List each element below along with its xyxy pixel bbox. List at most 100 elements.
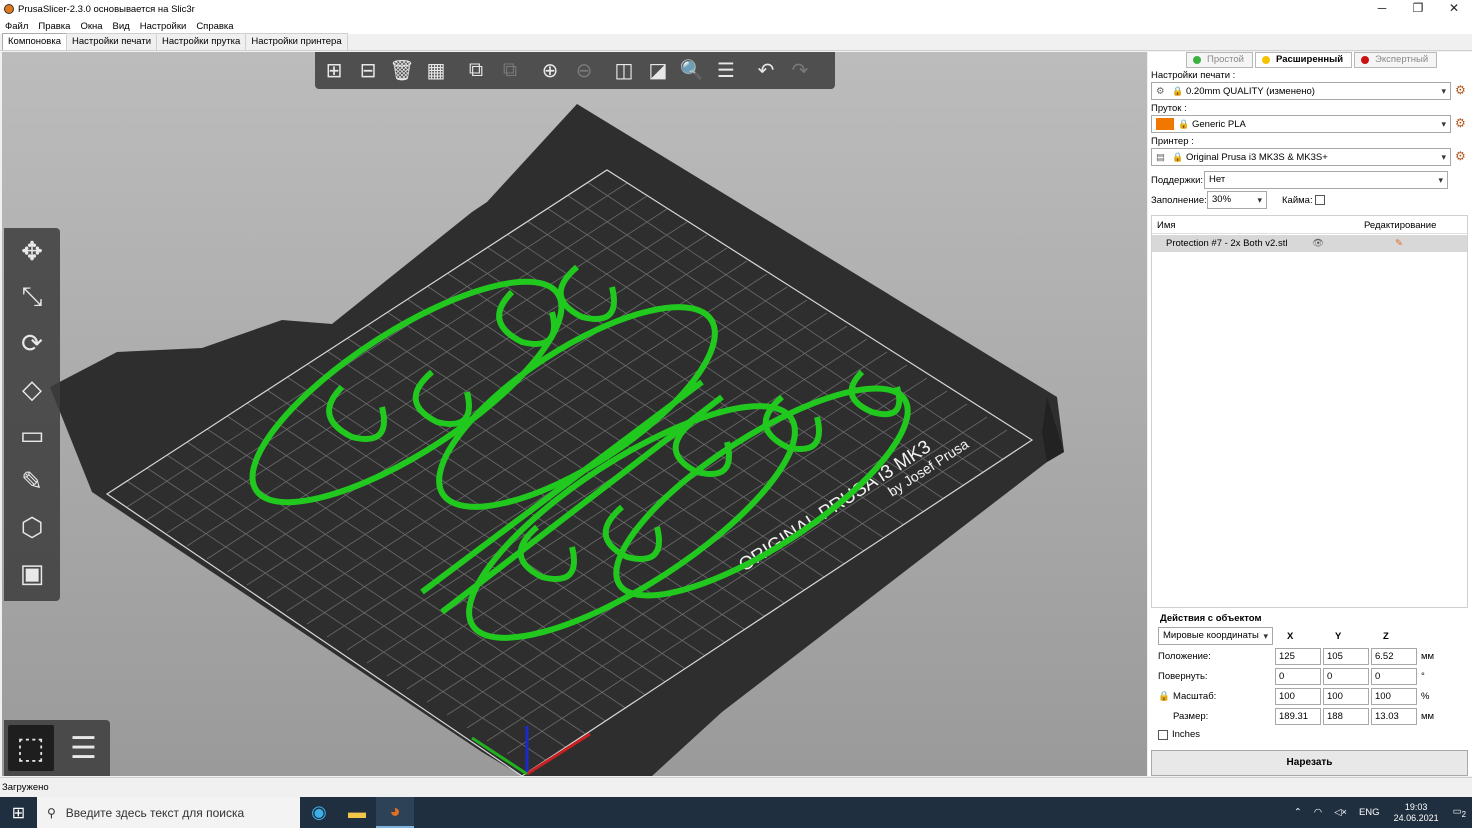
filament-combo[interactable]: 🔒 Generic PLA ▾ — [1151, 115, 1451, 133]
place-on-face-icon[interactable]: ◇ — [4, 366, 60, 412]
menu-settings[interactable]: Настройки — [140, 21, 187, 32]
main-toolbar: ⊞ ⊟ 🗑 ▦ ⧉ ⧉ ⊕ ⊖ ◫ ◪ 🔍 ☰ ↶ ↷ — [315, 52, 835, 89]
print-settings-icon: ⚙ — [1156, 86, 1165, 97]
scale-x-input[interactable]: 100 — [1275, 688, 1321, 705]
scale-lock-icon[interactable]: 🔒 — [1158, 691, 1170, 702]
filament-gear-icon[interactable]: ⚙ — [1455, 116, 1466, 130]
lock-icon: 🔒 — [1178, 119, 1190, 129]
delete-icon[interactable]: ⊟ — [353, 56, 383, 86]
move-icon[interactable]: ✥ — [4, 228, 60, 274]
object-name: Protection #7 - 2x Both v2.stl — [1166, 238, 1288, 249]
mode-advanced-dot — [1261, 56, 1270, 64]
search-icon[interactable]: 🔍 — [677, 56, 707, 86]
filament-color-swatch — [1156, 118, 1174, 131]
file-explorer-icon[interactable]: ▬ — [338, 797, 376, 828]
mode-expert-dot — [1361, 56, 1370, 64]
tab-plater[interactable]: Компоновка — [2, 33, 68, 50]
preview-icon[interactable]: ☰ — [61, 725, 107, 771]
infill-label: Заполнение: — [1151, 195, 1207, 206]
position-y-input[interactable]: 105 — [1323, 648, 1369, 665]
menu-edit[interactable]: Правка — [38, 21, 70, 32]
remove-instance-icon[interactable]: ⊖ — [569, 56, 599, 86]
size-y-input[interactable]: 188 — [1323, 708, 1369, 725]
windows-start-icon[interactable]: ⊞ — [0, 797, 37, 828]
supports-label: Поддержки: — [1151, 175, 1204, 186]
size-x-input[interactable]: 189.31 — [1275, 708, 1321, 725]
notification-count: 2 — [1461, 809, 1466, 819]
maximize-button[interactable]: ❐ — [1400, 0, 1436, 18]
windows-taskbar: ⊞ ⚲ Введите здесь текст для поиска ◉ ▬ ◕… — [0, 797, 1472, 828]
slice-button[interactable]: Нарезать — [1151, 750, 1468, 776]
chevron-up-icon[interactable]: ⌃ — [1294, 807, 1302, 818]
size-z-input[interactable]: 13.03 — [1371, 708, 1417, 725]
layers-editing-icon[interactable]: ☰ — [711, 56, 741, 86]
printer-gear-icon[interactable]: ⚙ — [1455, 149, 1466, 163]
copy-icon[interactable]: ⧉ — [461, 56, 491, 86]
hollow-icon[interactable]: ▣ — [4, 550, 60, 596]
inches-label: Inches — [1172, 729, 1200, 740]
inches-checkbox[interactable] — [1158, 730, 1168, 740]
3d-view-icon[interactable]: ⬚ — [7, 725, 54, 771]
notification-icon[interactable]: ▭2 — [1453, 806, 1466, 819]
seam-painting-icon[interactable]: ⬡ — [4, 504, 60, 550]
edit-icon[interactable]: ✎ — [1395, 238, 1403, 249]
3d-viewport[interactable]: ORIGINAL PRUSA i3 MK3 by Josef Prusa — [2, 52, 1147, 776]
scene-canvas[interactable]: ORIGINAL PRUSA i3 MK3 by Josef Prusa — [2, 52, 1147, 776]
scale-icon[interactable]: ⤡ — [4, 274, 60, 320]
prusaslicer-taskbar-icon[interactable]: ◕ — [376, 797, 414, 828]
language-indicator[interactable]: ENG — [1359, 807, 1380, 818]
lock-icon: 🔒 — [1172, 86, 1184, 96]
add-instance-icon[interactable]: ⊕ — [535, 56, 565, 86]
eye-icon[interactable]: 👁 — [1312, 238, 1324, 249]
split-parts-icon[interactable]: ◪ — [643, 56, 673, 86]
menu-help[interactable]: Справка — [196, 21, 233, 32]
close-button[interactable]: ✕ — [1436, 0, 1472, 18]
position-z-input[interactable]: 6.52 — [1371, 648, 1417, 665]
tab-printer-settings[interactable]: Настройки принтера — [245, 33, 348, 50]
sidebar: Простой Расширенный Экспертный Настройки… — [1148, 52, 1472, 776]
window-title: PrusaSlicer-2.3.0 основывается на Slic3r — [18, 3, 195, 15]
rotate-y-input[interactable]: 0 — [1323, 668, 1369, 685]
position-x-input[interactable]: 125 — [1275, 648, 1321, 665]
rotate-icon[interactable]: ⟳ — [4, 320, 60, 366]
tab-print-settings[interactable]: Настройки печати — [66, 33, 158, 50]
cut-icon[interactable]: ▭ — [4, 412, 60, 458]
infill-combo[interactable]: 30% ▾ — [1207, 191, 1267, 209]
paste-icon[interactable]: ⧉ — [495, 56, 525, 86]
mode-expert[interactable]: Экспертный — [1354, 52, 1438, 68]
taskbar-search[interactable]: ⚲ Введите здесь текст для поиска — [37, 797, 300, 828]
wifi-icon[interactable]: ◠ — [1314, 807, 1322, 818]
paint-supports-icon[interactable]: ✎ — [4, 458, 60, 504]
tab-filament-settings[interactable]: Настройки прутка — [156, 33, 247, 50]
mode-simple[interactable]: Простой — [1186, 52, 1253, 68]
print-settings-gear-icon[interactable]: ⚙ — [1455, 83, 1466, 97]
mode-advanced[interactable]: Расширенный — [1254, 52, 1353, 68]
coordinates-combo[interactable]: Мировые координаты ▾ — [1158, 627, 1273, 645]
rotate-z-input[interactable]: 0 — [1371, 668, 1417, 685]
split-objects-icon[interactable]: ◫ — [609, 56, 639, 86]
object-list-header: Имя Редактирование — [1152, 216, 1467, 234]
print-settings-label: Настройки печати : — [1151, 70, 1236, 81]
menu-window[interactable]: Окна — [80, 21, 102, 32]
redo-icon[interactable]: ↷ — [785, 56, 815, 86]
menu-file[interactable]: Файл — [5, 21, 28, 32]
arrange-icon[interactable]: ▦ — [421, 56, 451, 86]
menu-view[interactable]: Вид — [113, 21, 130, 32]
printer-combo[interactable]: ▤ 🔒 Original Prusa i3 MK3S & MK3S+ ▾ — [1151, 148, 1451, 166]
undo-icon[interactable]: ↶ — [751, 56, 781, 86]
edge-browser-icon[interactable]: ◉ — [300, 797, 338, 828]
list-item[interactable]: Protection #7 - 2x Both v2.stl 👁 ✎ — [1152, 235, 1467, 252]
minimize-button[interactable]: ─ — [1364, 0, 1400, 18]
brim-checkbox[interactable] — [1315, 195, 1325, 205]
scale-y-input[interactable]: 100 — [1323, 688, 1369, 705]
clock[interactable]: 19:03 24.06.2021 — [1394, 802, 1439, 824]
add-icon[interactable]: ⊞ — [319, 56, 349, 86]
scale-z-input[interactable]: 100 — [1371, 688, 1417, 705]
rotate-x-input[interactable]: 0 — [1275, 668, 1321, 685]
mode-simple-dot — [1193, 56, 1201, 64]
main-tabs: Компоновка Настройки печати Настройки пр… — [0, 33, 1472, 51]
delete-all-icon[interactable]: 🗑 — [387, 56, 417, 86]
volume-icon[interactable]: ◁× — [1334, 807, 1347, 818]
supports-combo[interactable]: Нет ▾ — [1204, 171, 1448, 189]
print-settings-combo[interactable]: ⚙ 🔒 0.20mm QUALITY (изменено) ▾ — [1151, 82, 1451, 100]
